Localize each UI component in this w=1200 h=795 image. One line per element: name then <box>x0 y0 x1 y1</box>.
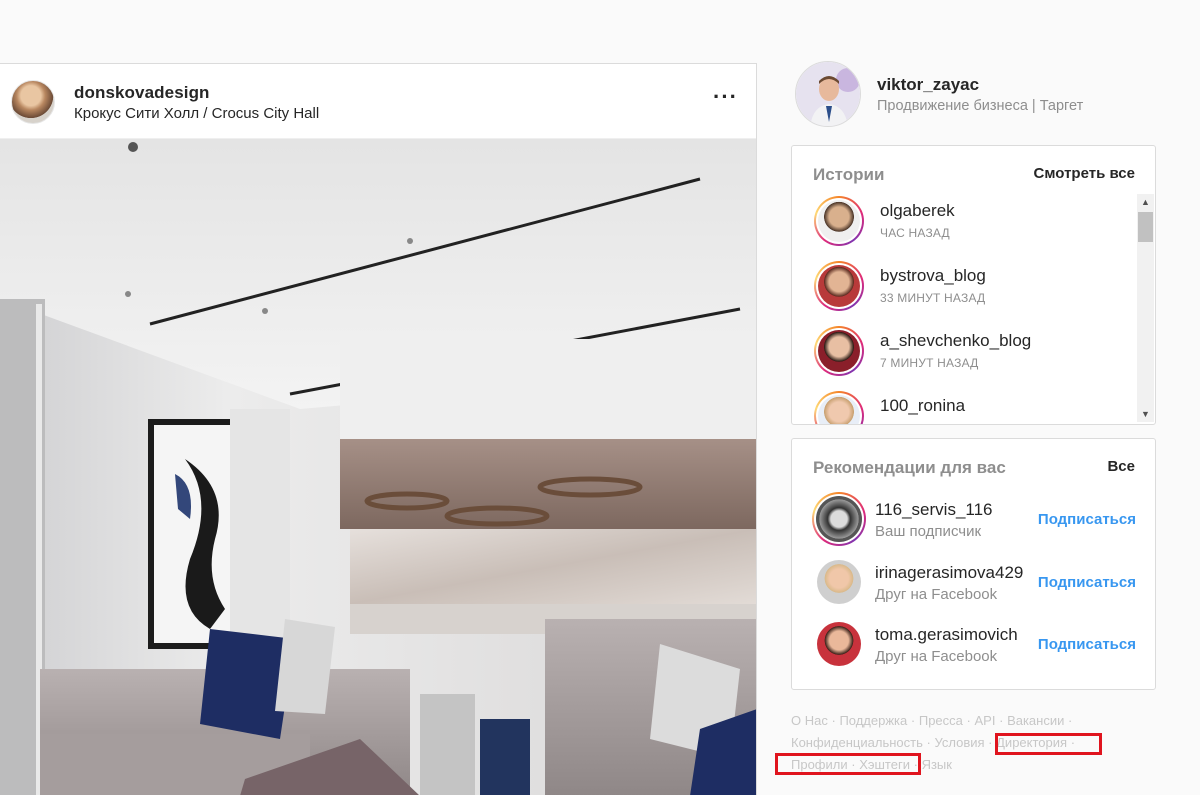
profile-username[interactable]: viktor_zayac <box>877 75 979 95</box>
suggestion-item: toma.gerasimovich Друг на Facebook Подпи… <box>792 617 1155 673</box>
stories-scrollbar[interactable]: ▲ ▼ <box>1137 194 1154 422</box>
story-ring <box>814 261 864 311</box>
footer-link-api[interactable]: API <box>975 713 996 728</box>
footer-link-about[interactable]: О Нас <box>791 713 828 728</box>
story-item[interactable]: bystrova_blog 33 МИНУТ НАЗАД <box>814 258 1134 314</box>
stories-panel: Истории Смотреть все olgaberek ЧАС НАЗАД… <box>791 145 1156 425</box>
footer-link-hashtags[interactable]: Хэштеги <box>859 757 910 772</box>
footer-separator: · <box>913 757 918 772</box>
suggestion-item: irinagerasimova429 Друг на Facebook Подп… <box>792 555 1155 611</box>
stories-heading: Истории <box>813 165 885 184</box>
footer-separator: · <box>926 735 931 750</box>
footer-link-directory[interactable]: Директория <box>996 735 1067 750</box>
story-username: 100_ronina <box>880 396 966 415</box>
suggestions-panel: Рекомендации для вас Все 116_servis_116 … <box>791 438 1156 690</box>
story-item[interactable]: 100_ronina <box>814 388 1134 424</box>
story-avatar <box>818 395 860 424</box>
story-avatar <box>818 265 860 307</box>
footer-link-terms[interactable]: Условия <box>934 735 984 750</box>
footer-separator: · <box>988 735 993 750</box>
story-time: 33 МИНУТ НАЗАД <box>880 291 986 305</box>
footer-link-jobs[interactable]: Вакансии <box>1007 713 1064 728</box>
footer-link-profiles[interactable]: Профили <box>791 757 848 772</box>
suggestion-avatar-image <box>816 496 862 542</box>
post-header: donskovadesign Крокус Сити Холл / Crocus… <box>0 64 756 139</box>
post-author-avatar[interactable] <box>11 80 55 124</box>
story-username: bystrova_blog <box>880 266 986 285</box>
suggestion-subtitle: Ваш подписчик <box>875 523 982 540</box>
scroll-down-arrow-icon[interactable]: ▼ <box>1137 406 1154 422</box>
footer-link-press[interactable]: Пресса <box>919 713 963 728</box>
post-card: donskovadesign Крокус Сити Холл / Crocus… <box>0 63 757 795</box>
story-time: ЧАС НАЗАД <box>880 226 950 240</box>
post-image[interactable] <box>0 139 757 795</box>
story-avatar <box>818 330 860 372</box>
footer-separator: · <box>831 713 836 728</box>
story-username: a_shevchenko_blog <box>880 331 1032 350</box>
follow-button[interactable]: Подписаться <box>1038 511 1136 528</box>
footer-separator: · <box>999 713 1004 728</box>
footer-separator: · <box>966 713 971 728</box>
post-author-username[interactable]: donskovadesign <box>74 83 210 103</box>
follow-button[interactable]: Подписаться <box>1038 574 1136 591</box>
post-location[interactable]: Крокус Сити Холл / Crocus City Hall <box>74 105 319 122</box>
suggestion-subtitle: Друг на Facebook <box>875 586 998 603</box>
more-options-icon[interactable]: ··· <box>713 86 739 111</box>
footer-link-language[interactable]: Язык <box>922 757 952 772</box>
suggestion-username[interactable]: 116_servis_116 <box>875 500 993 520</box>
suggestions-all-link[interactable]: Все <box>1107 458 1135 475</box>
scroll-up-arrow-icon[interactable]: ▲ <box>1137 194 1154 210</box>
footer-separator: · <box>910 713 916 728</box>
story-ring <box>814 326 864 376</box>
suggestion-item: 116_servis_116 Ваш подписчик Подписаться <box>792 492 1155 548</box>
footer-separator: · <box>1070 735 1076 750</box>
story-ring <box>814 391 864 424</box>
suggestion-username[interactable]: toma.gerasimovich <box>875 625 1018 645</box>
suggestion-avatar[interactable] <box>817 560 861 604</box>
stories-list[interactable]: olgaberek ЧАС НАЗАД bystrova_blog 33 МИН… <box>792 193 1137 424</box>
footer-links: О Нас · Поддержка · Пресса · API · Вакан… <box>791 710 1111 776</box>
story-username: olgaberek <box>880 201 955 220</box>
story-item[interactable]: a_shevchenko_blog 7 МИНУТ НАЗАД <box>814 323 1134 379</box>
suggestions-heading: Рекомендации для вас <box>813 458 1006 477</box>
suggestion-avatar[interactable] <box>817 622 861 666</box>
follow-button[interactable]: Подписаться <box>1038 636 1136 653</box>
stories-see-all-link[interactable]: Смотреть все <box>1034 165 1135 182</box>
suggestion-avatar[interactable] <box>812 492 866 546</box>
footer-link-support[interactable]: Поддержка <box>839 713 907 728</box>
story-ring <box>814 196 864 246</box>
scrollbar-thumb[interactable] <box>1138 212 1153 242</box>
footer-link-privacy[interactable]: Конфиденциальность <box>791 735 923 750</box>
suggestion-subtitle: Друг на Facebook <box>875 648 998 665</box>
footer-separator: · <box>1068 713 1073 728</box>
footer-separator: · <box>851 757 856 772</box>
story-avatar <box>818 200 860 242</box>
story-item[interactable]: olgaberek ЧАС НАЗАД <box>814 193 1134 249</box>
suggestion-username[interactable]: irinagerasimova429 <box>875 563 1023 583</box>
story-time: 7 МИНУТ НАЗАД <box>880 356 979 370</box>
profile-avatar-image <box>796 62 860 126</box>
profile-avatar[interactable] <box>795 61 861 127</box>
profile-bio: Продвижение бизнеса | Таргет <box>877 98 1084 114</box>
